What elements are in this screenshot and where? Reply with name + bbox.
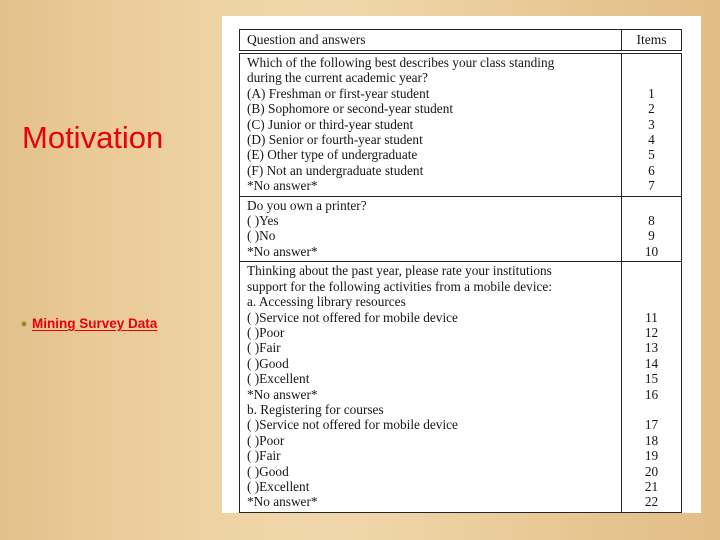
question-line: Thinking about the past year, please rat…: [247, 263, 552, 279]
item-number: 5: [648, 147, 655, 163]
question-line: *No answer*: [247, 494, 318, 510]
item-number: 11: [645, 309, 658, 325]
question-line: *No answer*: [247, 243, 318, 259]
table-row: Which of the following best describes yo…: [240, 54, 681, 197]
question-line: ( )No: [247, 228, 276, 244]
item-number: 10: [644, 243, 659, 259]
question-line: ( )Excellent: [247, 478, 310, 494]
item-number: 17: [644, 417, 659, 433]
item-number: 21: [644, 478, 659, 494]
question-line: (E) Other type of undergraduate: [247, 147, 418, 163]
item-number: 3: [648, 116, 655, 132]
question-line: Which of the following best describes yo…: [247, 55, 555, 70]
question-line: during the current academic year?: [247, 70, 428, 86]
item-number-empty: [622, 55, 681, 70]
item-number-empty: [622, 263, 681, 278]
question-line: *No answer*: [247, 386, 318, 402]
table-row: Thinking about the past year, please rat…: [240, 262, 681, 512]
item-number: 16: [644, 386, 659, 402]
question-line: (C) Junior or third-year student: [247, 116, 414, 132]
item-number: 1: [648, 85, 655, 101]
question-line: ( )Good: [247, 355, 289, 371]
item-number: 7: [648, 178, 655, 194]
question-line: ( )Fair: [247, 448, 281, 464]
item-number-empty: [622, 198, 681, 213]
slide-canvas: Motivation ● Mining Survey Data Question…: [0, 0, 720, 540]
question-cell: Do you own a printer?( )Yes( )No *No answ…: [240, 196, 622, 262]
item-number-empty: [622, 402, 681, 417]
question-line: ( )Poor: [247, 324, 285, 340]
item-number-empty: [622, 279, 681, 294]
table-header-row: Question and answers Items: [239, 29, 682, 51]
question-line: Do you own a printer?: [247, 197, 367, 213]
question-line: (D) Senior or fourth-year student: [247, 132, 423, 148]
question-line: (B) Sophomore or second-year student: [247, 101, 454, 117]
table-body: Which of the following best describes yo…: [239, 53, 682, 513]
question-line: ( )Poor: [247, 432, 285, 448]
item-number: 13: [644, 340, 659, 356]
question-line: ( )Yes: [247, 213, 279, 229]
question-line: ( )Fair: [247, 340, 281, 356]
bullet-item-label: Mining Survey Data: [32, 316, 158, 331]
question-cell: Which of the following best describes yo…: [240, 54, 622, 196]
items-cell: 11 12 13 14 15 16 17 18 19 20 21 22: [622, 262, 681, 512]
question-line: (A) Freshman or first-year student: [247, 85, 430, 101]
survey-table-image-panel: Question and answers Items Which of the …: [222, 16, 701, 513]
item-number: 19: [644, 448, 659, 464]
question-line: ( )Service not offered for mobile device: [247, 417, 458, 433]
bullet-point-icon: ●: [20, 318, 28, 330]
question-line: *No answer*: [247, 178, 318, 194]
item-number-empty: [622, 70, 681, 85]
items-cell: 1234567: [622, 54, 681, 196]
item-number: 14: [644, 355, 659, 371]
question-line: (F) Not an undergraduate student: [247, 162, 424, 178]
item-number: 2: [648, 101, 655, 117]
item-number: 12: [644, 324, 659, 340]
item-number: 8: [648, 213, 655, 229]
item-number: 20: [644, 463, 659, 479]
question-line: ( )Excellent: [247, 371, 310, 387]
question-line: support for the following activities fro…: [247, 278, 553, 294]
question-line: ( )Good: [247, 463, 289, 479]
item-number: 4: [648, 132, 655, 148]
survey-table: Question and answers Items Which of the …: [239, 29, 682, 513]
column-header-question: Question and answers: [240, 30, 622, 50]
question-line: a. Accessing library resources: [247, 294, 406, 310]
table-row: Do you own a printer?( )Yes( )No *No answ…: [240, 196, 681, 263]
item-number: 6: [648, 162, 655, 178]
column-header-items: Items: [636, 32, 667, 47]
item-number: 18: [644, 432, 659, 448]
items-cell: 8 9 10: [622, 197, 681, 262]
question-cell: Thinking about the past year, please rat…: [240, 262, 622, 512]
question-line: ( )Service not offered for mobile device: [247, 309, 458, 325]
item-number: 15: [644, 371, 659, 387]
item-number: 9: [648, 228, 655, 244]
page-title: Motivation: [22, 120, 164, 155]
item-number-empty: [622, 294, 681, 309]
item-number: 22: [644, 494, 659, 510]
question-line: b. Registering for courses: [247, 401, 384, 417]
bullet-list-item: ● Mining Survey Data: [16, 314, 221, 334]
